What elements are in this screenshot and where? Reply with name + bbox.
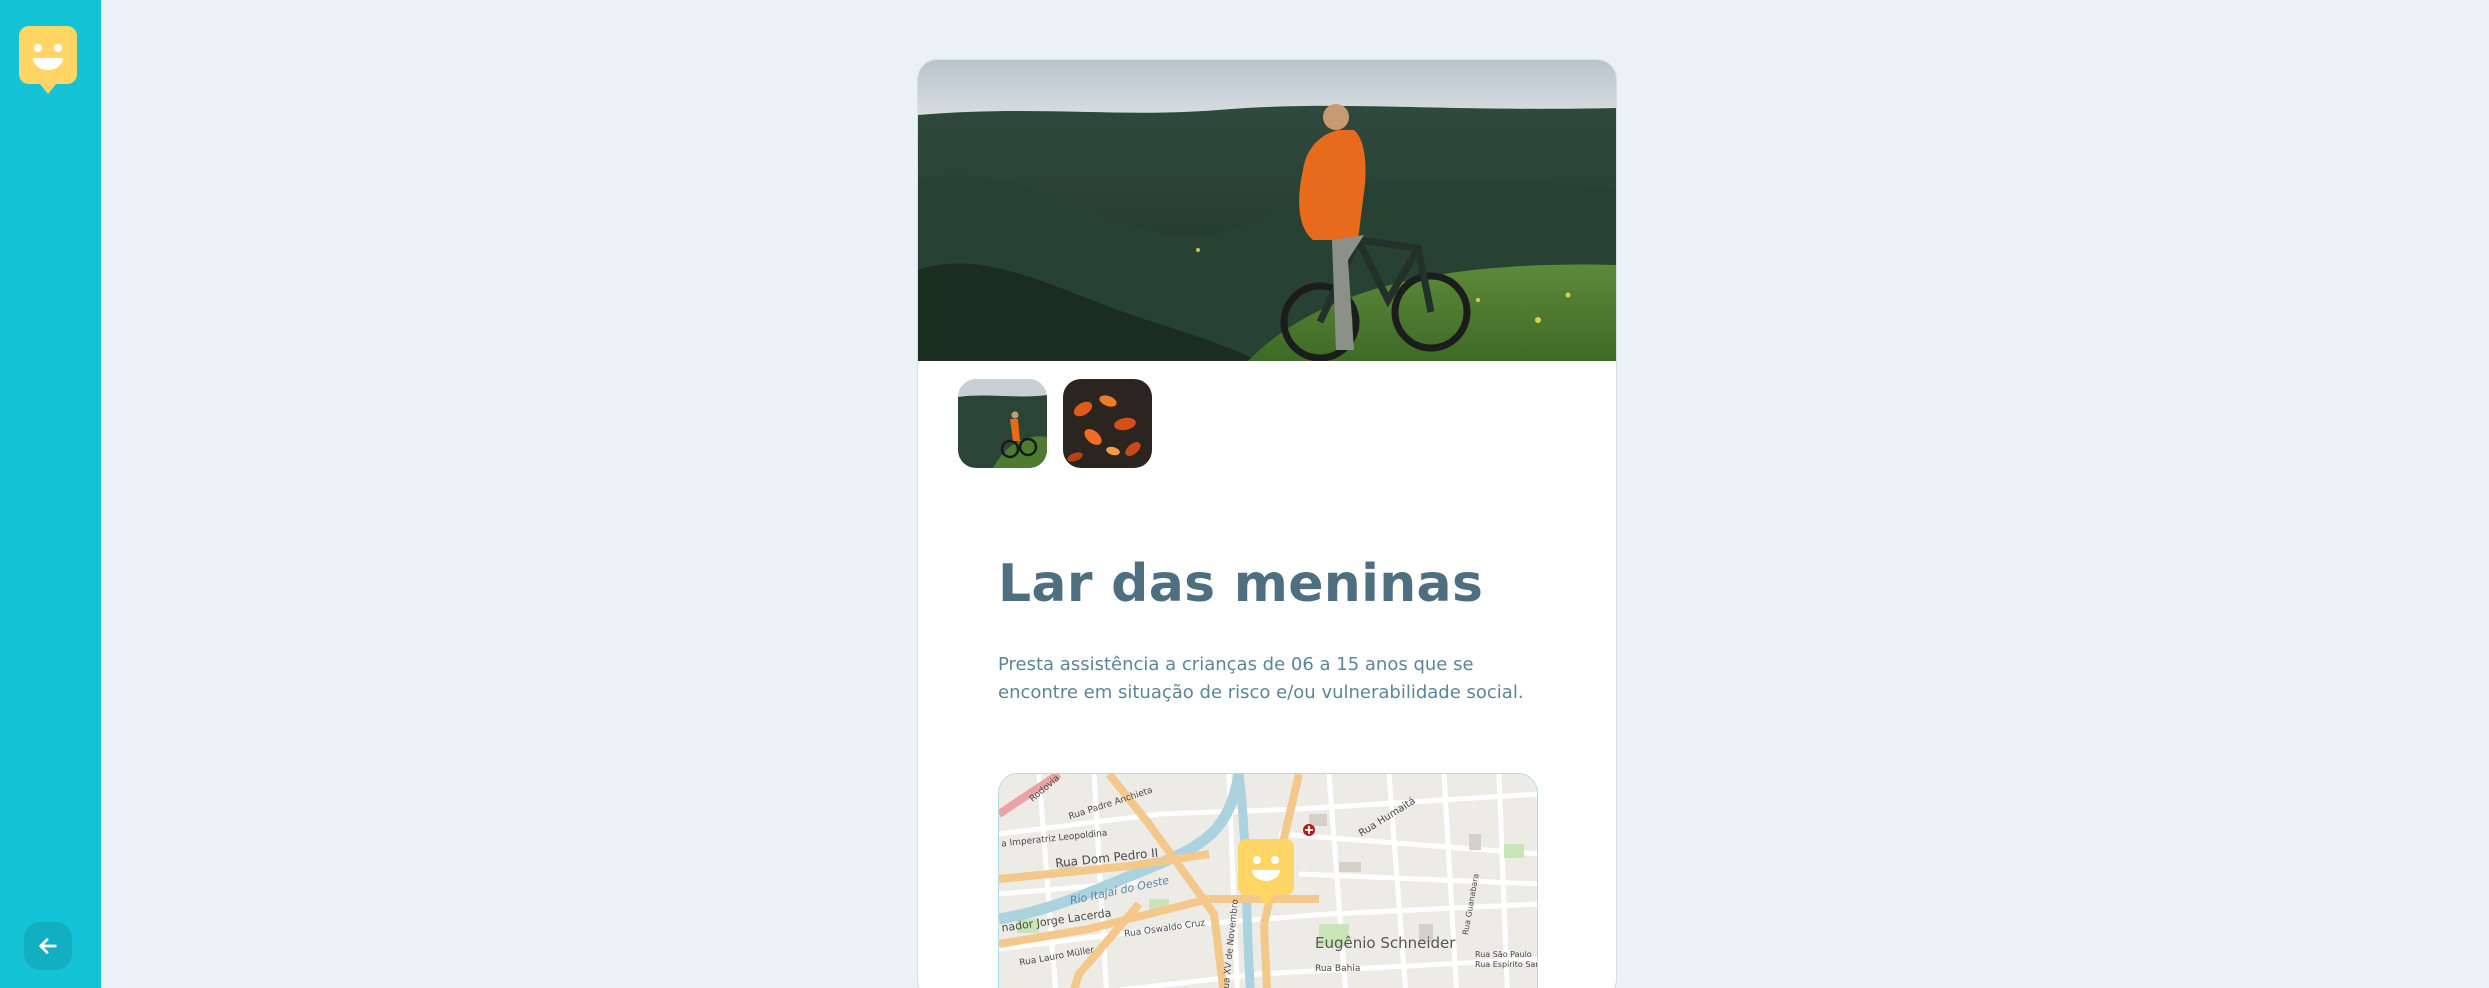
thumbnail-leaves[interactable] — [1063, 379, 1152, 468]
location-map[interactable]: Rua Dom Pedro II Rio Itajaí do Oeste nad… — [998, 773, 1538, 988]
map-street-label: Rua Espírito Santo — [1475, 960, 1537, 969]
arrow-left-icon — [39, 938, 57, 954]
orphanage-description: Presta assistência a crianças de 06 a 15… — [998, 654, 1524, 703]
happy-face-map-pin-icon[interactable] — [19, 26, 77, 94]
orphanage-details-card: Lar das meninas Presta assistência a cri… — [917, 59, 1617, 988]
map-neighborhood-label: Eugênio Schneider — [1315, 934, 1456, 952]
hero-image — [918, 60, 1616, 361]
orphanage-name: Lar das meninas — [998, 554, 1484, 614]
map-street-label: Rua São Paulo — [1475, 950, 1532, 959]
sidebar — [0, 0, 101, 988]
image-thumbnails — [958, 379, 1152, 468]
thumbnail-cyclist[interactable] — [958, 379, 1047, 468]
back-button[interactable] — [24, 922, 72, 970]
map-street-label: Rua Bahia — [1315, 964, 1361, 974]
